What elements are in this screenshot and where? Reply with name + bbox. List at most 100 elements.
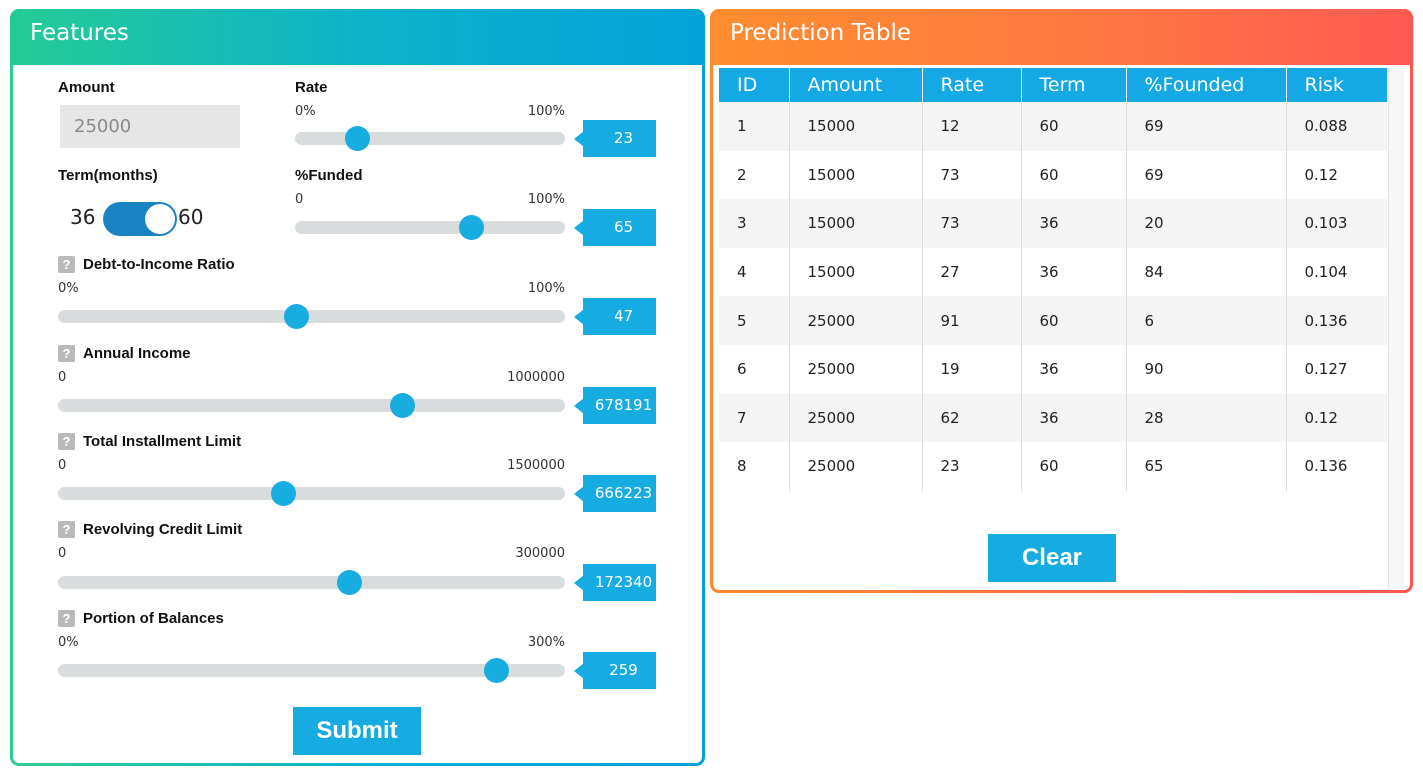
dti-label: Debt-to-Income Ratio [83,256,235,273]
cell-rate: 27 [922,247,1022,297]
term-left-option: 36 [70,205,96,229]
cell-amount: 15000 [789,247,923,297]
rate-slider-thumb[interactable] [345,126,371,151]
balances-slider-track[interactable] [58,658,565,683]
rate-value-badge: 23 [574,120,656,157]
installment-slider-thumb[interactable] [271,481,297,506]
term-toggle[interactable] [103,202,177,236]
cell-founded: 6 [1126,296,1287,345]
funded-value-badge: 65 [574,209,656,246]
table-row: 4 15000 27 36 84 0.104 [719,247,1387,297]
table-row: 1 15000 12 60 69 0.088 [719,102,1387,151]
cell-term: 36 [1021,247,1127,297]
balances-value-badge: 259 [574,652,656,689]
dti-value-badge: 47 [574,298,656,335]
cell-id: 4 [719,247,790,297]
cell-rate: 91 [922,296,1022,345]
table-header-row: ID Amount Rate Term %Founded Risk [719,68,1387,102]
cell-founded: 69 [1126,102,1287,151]
cell-amount: 15000 [789,150,923,200]
cell-id: 3 [719,199,790,248]
cell-risk: 0.136 [1286,442,1387,491]
prediction-header: Prediction Table [710,9,1413,65]
prediction-title: Prediction Table [730,20,912,46]
cell-rate: 73 [922,150,1022,200]
dti-min: 0% [58,281,79,296]
funded-label: %Funded [295,167,363,184]
cell-id: 2 [719,150,790,200]
income-help-icon[interactable]: ? [58,345,75,362]
revolving-slider-thumb[interactable] [337,570,363,595]
balances-min: 0% [58,635,79,650]
cell-risk: 0.104 [1286,247,1387,297]
prediction-table-container: ID Amount Rate Term %Founded Risk 1 1500… [719,68,1387,491]
cell-amount: 15000 [789,199,923,248]
col-header-id[interactable]: ID [719,68,790,102]
col-header-founded[interactable]: %Founded [1126,68,1287,102]
term-right-option: 60 [178,205,204,229]
income-min: 0 [58,370,67,385]
amount-label: Amount [58,79,115,96]
cell-rate: 19 [922,344,1022,394]
rate-min: 0% [295,104,316,119]
cell-term: 36 [1021,199,1127,248]
dti-slider-thumb[interactable] [284,304,310,329]
col-header-risk[interactable]: Risk [1286,68,1387,102]
income-slider-track[interactable] [58,393,565,418]
features-panel: Features Amount Rate 0% 100% 23 Term(mon… [10,9,705,766]
installment-label: Total Installment Limit [83,433,242,450]
cell-id: 6 [719,344,790,394]
clear-button[interactable]: Clear [988,534,1116,582]
cell-rate: 73 [922,199,1022,248]
installment-help-icon[interactable]: ? [58,433,75,450]
table-row: 6 25000 19 36 90 0.127 [719,344,1387,394]
cell-founded: 84 [1126,247,1287,297]
income-slider-thumb[interactable] [389,393,415,418]
balances-help-icon[interactable]: ? [58,610,75,627]
col-header-rate[interactable]: Rate [922,68,1022,102]
submit-button[interactable]: Submit [293,707,421,755]
dti-max: 100% [527,281,565,296]
revolving-min: 0 [58,546,67,561]
table-scrollbar[interactable] [1388,68,1404,589]
installment-slider-track[interactable] [58,481,565,506]
cell-amount: 25000 [789,344,923,394]
term-label: Term(months) [58,167,158,184]
cell-term: 60 [1021,102,1127,151]
dti-slider-track[interactable] [58,304,565,329]
revolving-slider-track[interactable] [58,570,565,595]
cell-risk: 0.12 [1286,393,1387,443]
installment-max: 1500000 [507,458,565,473]
funded-slider-thumb[interactable] [458,215,484,240]
cell-term: 36 [1021,393,1127,443]
cell-amount: 25000 [789,393,923,443]
income-value-badge: 678191 [574,387,656,424]
installment-value-badge: 666223 [574,475,656,512]
cell-rate: 12 [922,102,1022,151]
col-header-amount[interactable]: Amount [789,68,923,102]
cell-amount: 15000 [789,102,923,151]
rate-max: 100% [527,104,565,119]
dti-help-icon[interactable]: ? [58,256,75,273]
balances-slider-thumb[interactable] [483,658,509,683]
rate-label: Rate [295,79,328,96]
revolving-help-icon[interactable]: ? [58,521,75,538]
rate-slider-track[interactable] [295,126,565,151]
table-row: 3 15000 73 36 20 0.103 [719,199,1387,248]
amount-input[interactable] [60,105,240,148]
col-header-term[interactable]: Term [1021,68,1127,102]
cell-founded: 65 [1126,442,1287,491]
cell-id: 5 [719,296,790,345]
funded-min: 0 [295,192,304,207]
prediction-panel: Prediction Table ID Amount Rate Term %Fo… [710,9,1413,593]
cell-rate: 62 [922,393,1022,443]
funded-slider-track[interactable] [295,215,565,240]
cell-id: 7 [719,393,790,443]
table-row: 7 25000 62 36 28 0.12 [719,393,1387,443]
cell-term: 36 [1021,344,1127,394]
cell-id: 8 [719,442,790,491]
cell-id: 1 [719,102,790,151]
revolving-max: 300000 [515,546,565,561]
term-toggle-knob[interactable] [145,204,175,234]
cell-rate: 23 [922,442,1022,491]
